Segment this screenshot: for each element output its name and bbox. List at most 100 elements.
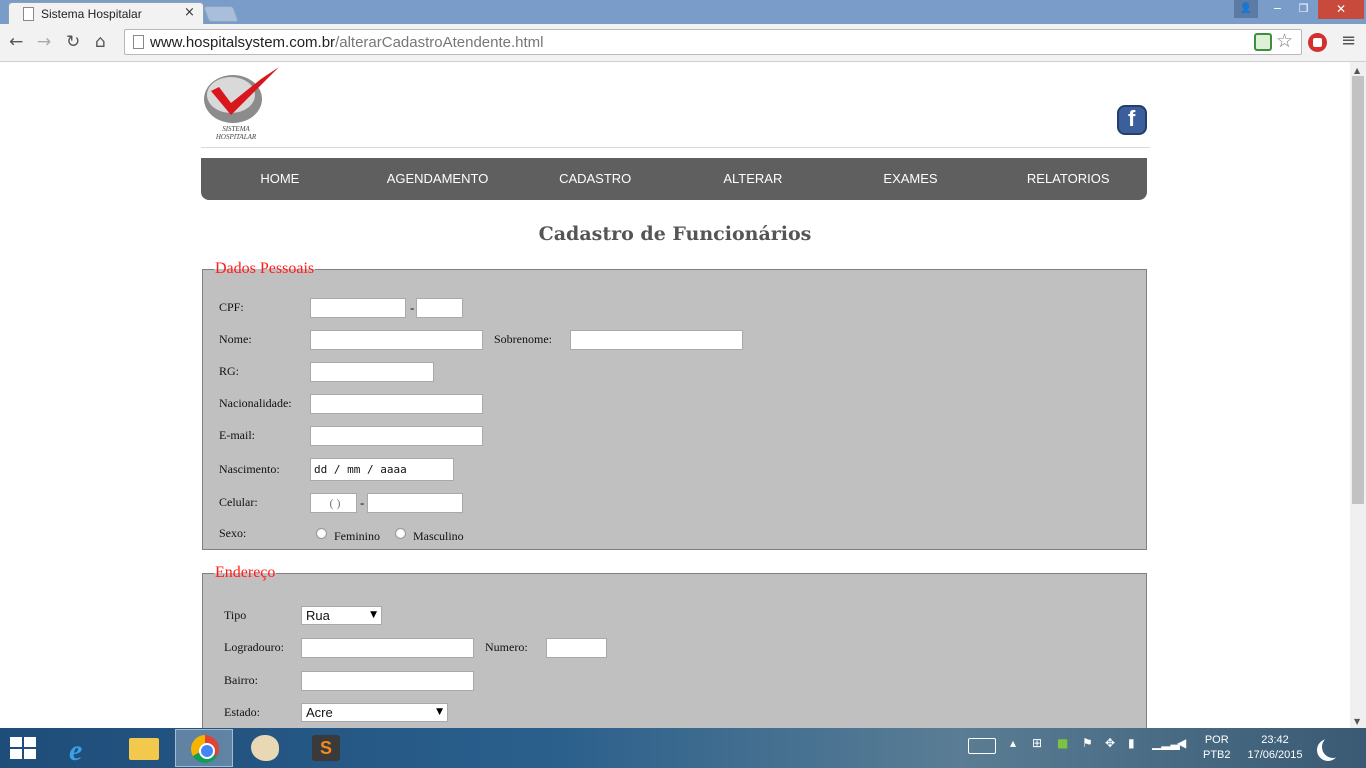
dados-pessoais-fieldset: Dados Pessoais CPF: - Nome: Sobrenome: R… (202, 260, 1147, 550)
logo-text-line-1: SISTEMA (222, 125, 250, 133)
rg-input[interactable] (310, 362, 434, 382)
clock-date: 17/06/2015 (1247, 749, 1303, 761)
windows-icon[interactable]: ⊞ (1032, 736, 1042, 750)
bookmark-star-icon[interactable]: ☆ (1276, 30, 1293, 52)
clock-time: 23:42 (1261, 734, 1289, 746)
sublime-text-icon: S (312, 735, 340, 761)
nome-input[interactable] (310, 330, 483, 350)
new-tab-button[interactable] (203, 6, 239, 22)
url-text[interactable]: www.hospitalsystem.com.br/alterarCadastr… (150, 34, 544, 51)
scroll-down-icon[interactable]: ▼ (1354, 717, 1360, 726)
estado-select[interactable]: Acre ▼ (301, 703, 448, 722)
folder-icon (129, 738, 159, 760)
logo-text-line-2: HOSPITALAR (215, 133, 257, 141)
menu-icon[interactable]: ≡ (1341, 30, 1356, 51)
network-icon[interactable]: ▁▂▃ (1152, 736, 1180, 750)
flag-icon[interactable]: ⚑ (1082, 736, 1093, 750)
show-hidden-icon[interactable]: ▴ (1010, 736, 1016, 750)
paint-icon (251, 735, 279, 761)
tab-close-icon[interactable]: × (184, 5, 195, 20)
back-icon[interactable]: ← (9, 32, 23, 52)
taskbar-explorer[interactable] (114, 729, 172, 767)
volume-icon[interactable]: ◀ (1177, 736, 1186, 750)
windows-start-icon[interactable] (10, 737, 38, 761)
nascimento-date-input[interactable]: dd / mm / aaaa (310, 458, 454, 481)
celular-ddd-input[interactable]: ( ) (310, 493, 357, 513)
page-icon (23, 7, 34, 21)
estado-label: Estado: (224, 705, 260, 719)
menu-item-exames[interactable]: EXAMES (832, 158, 990, 200)
url-domain: www.hospitalsystem.com.br (150, 34, 336, 51)
menu-item-alterar[interactable]: ALTERAR (674, 158, 832, 200)
celular-dash: - (360, 495, 365, 510)
scrollbar-thumb[interactable] (1352, 76, 1364, 504)
extension-icon[interactable] (1254, 33, 1272, 51)
power-icon[interactable]: ▮ (1128, 736, 1135, 750)
close-window-button[interactable]: ✕ (1318, 0, 1364, 19)
tipo-label: Tipo (224, 608, 247, 622)
browser-tab[interactable]: Sistema Hospitalar × (8, 2, 204, 25)
url-path: /alterarCadastroAtendente.html (335, 34, 544, 51)
tab-title: Sistema Hospitalar (41, 7, 142, 21)
windows-taskbar: e S ▴ ⊞ ■ ⚑ ✥ ▮ ▁▂▃ ◀ POR PTB2 23:42 17/… (0, 728, 1366, 768)
address-bar[interactable]: www.hospitalsystem.com.br/alterarCadastr… (124, 29, 1302, 55)
sexo-label: Sexo: (219, 526, 247, 540)
celular-input[interactable] (367, 493, 463, 513)
chrome-icon (191, 735, 219, 763)
reload-icon[interactable]: ↻ (66, 32, 80, 52)
home-icon[interactable]: ⌂ (95, 32, 106, 52)
estado-select-value: Acre (306, 705, 333, 720)
language-code: POR (1204, 734, 1229, 746)
scroll-up-icon[interactable]: ▲ (1354, 66, 1360, 75)
logo-text: SISTEMA HOSPITALAR (206, 125, 266, 141)
endereco-legend: Endereço (215, 564, 276, 581)
nvidia-icon[interactable]: ■ (1057, 736, 1068, 750)
main-menu: HOME AGENDAMENTO CADASTRO ALTERAR EXAMES… (201, 158, 1147, 200)
taskbar-sublime[interactable]: S (297, 729, 355, 767)
restore-button[interactable]: ❐ (1290, 0, 1317, 18)
keyboard-icon[interactable] (968, 738, 996, 754)
radio-feminino[interactable] (316, 528, 327, 539)
user-icon[interactable]: 👤 (1234, 0, 1258, 18)
nacionalidade-input[interactable] (310, 394, 483, 414)
logradouro-input[interactable] (301, 638, 474, 658)
chevron-down-icon: ▼ (436, 707, 443, 717)
page-viewport: SISTEMA HOSPITALAR HOME AGENDAMENTO CADA… (0, 62, 1350, 728)
cpf-digit-input[interactable] (416, 298, 463, 318)
bairro-input[interactable] (301, 671, 474, 691)
logradouro-label: Logradouro: (224, 640, 284, 654)
forward-icon[interactable]: → (37, 32, 51, 52)
browser-titlebar: Sistema Hospitalar × 👤 − ❐ ✕ (0, 0, 1366, 25)
cpf-label: CPF: (219, 300, 244, 314)
language-indicator[interactable]: POR PTB2 (1203, 733, 1231, 763)
clock[interactable]: 23:42 17/06/2015 (1244, 733, 1306, 763)
page-scrollbar[interactable]: ▲ ▼ (1350, 62, 1366, 728)
quiet-hours-icon[interactable] (1322, 736, 1344, 758)
keyboard-layout: PTB2 (1203, 749, 1231, 761)
adblock-icon[interactable] (1308, 33, 1327, 52)
menu-item-home[interactable]: HOME (201, 158, 359, 200)
numero-input[interactable] (546, 638, 607, 658)
sobrenome-input[interactable] (570, 330, 743, 350)
taskbar-paint[interactable] (236, 729, 294, 767)
dropbox-icon[interactable]: ✥ (1105, 736, 1115, 750)
facebook-icon[interactable] (1117, 105, 1147, 135)
cpf-input[interactable] (310, 298, 406, 318)
radio-masculino[interactable] (395, 528, 406, 539)
nome-label: Nome: (219, 332, 252, 346)
numero-label: Numero: (485, 640, 528, 654)
minimize-button[interactable]: − (1264, 0, 1291, 18)
menu-item-relatorios[interactable]: RELATORIOS (989, 158, 1147, 200)
taskbar-ie[interactable]: e (53, 729, 111, 767)
internet-explorer-icon: e (69, 734, 83, 767)
tipo-select[interactable]: Rua ▼ (301, 606, 382, 625)
menu-item-agendamento[interactable]: AGENDAMENTO (359, 158, 517, 200)
cpf-dash: - (410, 300, 415, 315)
taskbar-chrome[interactable] (175, 729, 233, 767)
feminino-label: Feminino (334, 529, 381, 543)
masculino-label: Masculino (413, 529, 464, 543)
header-divider (201, 147, 1150, 148)
menu-item-cadastro[interactable]: CADASTRO (516, 158, 674, 200)
email-input[interactable] (310, 426, 483, 446)
nacionalidade-label: Nacionalidade: (219, 396, 292, 410)
